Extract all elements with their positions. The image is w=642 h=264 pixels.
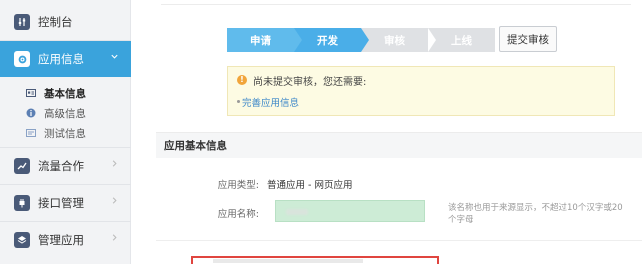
highlight-box: [191, 256, 439, 264]
divider: [156, 240, 642, 241]
complete-app-info-link[interactable]: 完善应用信息: [242, 95, 299, 109]
step-arrow: [361, 28, 369, 52]
sidebar-item-app-info[interactable]: 应用信息: [0, 41, 131, 77]
top-divider: [161, 0, 631, 5]
step-online: 上线: [428, 28, 495, 52]
sidebar-subitem-label: 基本信息: [44, 87, 86, 100]
step-apply: 申请: [227, 28, 302, 52]
sidebar-item-traffic[interactable]: 流量合作: [0, 148, 131, 184]
sidebar-item-label: 接口管理: [38, 196, 84, 210]
bullet-dot: [237, 100, 240, 103]
main-content: 申请 开发 审核 上线 提交审核 ! 尚未提交审核，您还需要: 完善应用信息 应…: [131, 0, 642, 264]
step-review: 审核: [361, 28, 436, 52]
step-label: 上线: [451, 34, 472, 47]
blurred-value: [286, 209, 308, 215]
step-arrow: [294, 28, 302, 52]
step-develop: 开发: [294, 28, 369, 52]
sidebar-item-label: 管理应用: [38, 233, 84, 247]
blurred-value: [213, 259, 363, 263]
sidebar-item-console[interactable]: 控制台: [0, 4, 131, 40]
section-title: 应用基本信息: [156, 132, 642, 158]
app-type-value: 普通应用 - 网页应用: [267, 180, 353, 191]
step-label: 申请: [250, 34, 271, 47]
sidebar: 控制台 应用信息 基本信息 高级信息 测试信息 流量合作 接口管理 管理应用: [0, 0, 131, 264]
chart-icon: [14, 158, 30, 174]
plug-icon: [14, 195, 30, 211]
sidebar-item-label: 流量合作: [38, 159, 84, 173]
id-card-icon: [26, 88, 36, 98]
warning-icon: !: [237, 75, 247, 85]
sidebar-subitem-advanced-info[interactable]: 高级信息: [26, 105, 86, 121]
chevron-right-icon: [110, 196, 119, 208]
app-name-label: 应用名称:: [217, 209, 259, 220]
sliders-icon: [14, 14, 30, 30]
app-name-hint: 该名称也用于来源显示，不超过10个汉字或20个字母: [448, 203, 623, 225]
sidebar-subitem-basic-info[interactable]: 基本信息: [26, 85, 86, 101]
notice-box: ! 尚未提交审核，您还需要: 完善应用信息: [227, 66, 615, 116]
step-arrow: [428, 28, 436, 52]
sidebar-item-manage-apps[interactable]: 管理应用: [0, 222, 131, 258]
gear-icon: [14, 51, 30, 67]
sidebar-subitem-label: 高级信息: [44, 107, 86, 120]
sidebar-subitem-label: 测试信息: [44, 127, 86, 140]
test-card-icon: [26, 128, 36, 138]
step-label: 开发: [317, 34, 338, 47]
info-icon: [26, 108, 36, 118]
sidebar-subitem-test-info[interactable]: 测试信息: [26, 125, 86, 141]
chevron-down-icon: [110, 52, 119, 64]
sidebar-item-label: 控制台: [38, 15, 73, 29]
layers-icon: [14, 232, 30, 248]
chevron-right-icon: [110, 159, 119, 171]
sidebar-item-label: 应用信息: [38, 52, 84, 66]
sidebar-item-api[interactable]: 接口管理: [0, 185, 131, 221]
app-type-label: 应用类型:: [217, 180, 259, 191]
notice-title: 尚未提交审核，您还需要:: [253, 77, 367, 88]
app-name-field[interactable]: [275, 200, 425, 222]
chevron-right-icon: [110, 233, 119, 245]
progress-steps: 申请 开发 审核 上线: [227, 28, 495, 52]
submit-review-button[interactable]: 提交审核: [499, 26, 557, 52]
step-label: 审核: [384, 34, 405, 47]
